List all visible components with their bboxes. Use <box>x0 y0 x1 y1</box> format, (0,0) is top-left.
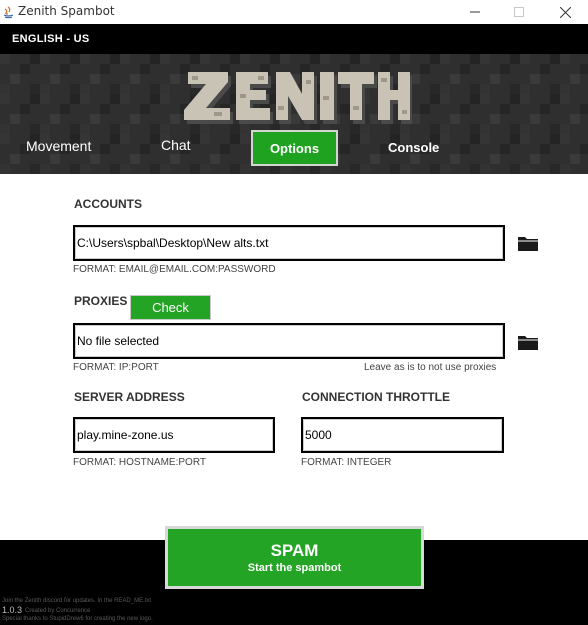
minimize-icon <box>470 11 480 13</box>
spam-button-subtitle: Start the spambot <box>247 561 342 574</box>
accounts-label: ACCOUNTS <box>74 197 142 211</box>
header-banner: Movement Chat Options Console <box>0 54 588 174</box>
java-icon <box>3 6 14 19</box>
proxies-path-field[interactable]: No file selected <box>73 323 505 359</box>
window-title: Zenith Spambot <box>18 4 115 18</box>
tab-options[interactable]: Options <box>251 130 338 166</box>
credit-label: Created by Concurrence <box>25 608 91 614</box>
proxies-format-hint: FORMAT: IP:PORT <box>73 362 159 373</box>
server-address-label: SERVER ADDRESS <box>74 390 185 404</box>
version-label: 1.0.3 <box>2 605 23 615</box>
folder-icon[interactable] <box>517 333 539 351</box>
zenith-logo <box>184 72 412 124</box>
tab-console[interactable]: Console <box>388 140 439 155</box>
proxies-label: PROXIES <box>74 294 128 308</box>
close-button[interactable] <box>542 0 588 24</box>
connection-throttle-field[interactable]: 5000 <box>301 417 504 453</box>
spam-button-title: SPAM <box>270 540 319 560</box>
window-titlebar: Zenith Spambot <box>0 0 588 24</box>
throttle-format-hint: FORMAT: INTEGER <box>301 457 392 468</box>
accounts-path-field[interactable]: C:\Users\spbal\Desktop\New alts.txt <box>73 225 505 261</box>
maximize-button[interactable] <box>496 0 542 24</box>
minimize-button[interactable] <box>452 0 498 24</box>
thanks-note: Special thanks to StupidDrew6 for creati… <box>2 616 153 622</box>
accounts-format-hint: FORMAT: EMAIL@EMAIL.COM:PASSWORD <box>73 264 276 275</box>
language-selector[interactable]: ENGLISH - US <box>12 33 90 45</box>
close-icon <box>559 6 571 18</box>
proxies-note: Leave as is to not use proxies <box>364 362 497 373</box>
server-address-field[interactable]: play.mine-zone.us <box>73 417 275 453</box>
maximize-icon <box>514 7 524 17</box>
tab-chat[interactable]: Chat <box>161 137 191 153</box>
check-proxies-button[interactable]: Check <box>130 295 211 320</box>
connection-throttle-label: CONNECTION THROTTLE <box>302 390 450 404</box>
folder-icon[interactable] <box>517 234 539 252</box>
language-bar: ENGLISH - US <box>0 24 588 54</box>
discord-note: Join the Zenith discord for updates. In … <box>2 598 152 604</box>
spam-button[interactable]: SPAM Start the spambot <box>165 526 424 589</box>
tab-movement[interactable]: Movement <box>26 138 91 154</box>
server-format-hint: FORMAT: HOSTNAME:PORT <box>73 457 206 468</box>
